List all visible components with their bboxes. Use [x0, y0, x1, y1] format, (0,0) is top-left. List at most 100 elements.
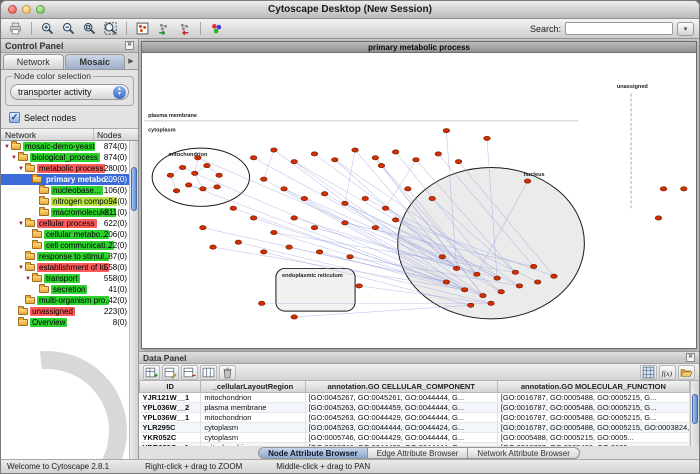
tree-item-cellular-process[interactable]: ▼cellular process622(0) [1, 218, 138, 229]
table-row[interactable]: YLR295Ccytoplasm[GO:0045263, GO:0044444,… [140, 422, 690, 432]
network-node[interactable] [352, 148, 358, 152]
printer-button[interactable] [6, 20, 25, 37]
network-node[interactable] [179, 165, 185, 169]
network-node[interactable] [356, 284, 362, 288]
network-node[interactable] [316, 250, 322, 254]
tree-header-network[interactable]: Network [1, 129, 94, 140]
network-view-title[interactable]: primary metabolic process [142, 42, 696, 53]
search-input[interactable] [565, 22, 673, 35]
tab-scroll-right-button[interactable]: ▶ [126, 54, 136, 69]
network-node[interactable] [291, 315, 297, 319]
tree-item-nitrogen-compo[interactable]: nitrogen compo...94(0) [1, 196, 138, 207]
table-cell[interactable]: [GO:0016787, GO:0005488, GO:0005215, G..… [497, 402, 689, 412]
network-node[interactable] [342, 201, 348, 205]
tree-scrollbar-thumb[interactable] [131, 167, 137, 211]
network-node[interactable] [200, 187, 206, 191]
network-node[interactable] [455, 160, 461, 164]
network-node[interactable] [660, 187, 666, 191]
table-cell[interactable]: [GO:0016787, GO:0005488, GO:0005215, G..… [497, 392, 689, 402]
export-network-button[interactable] [175, 20, 194, 37]
table-row[interactable]: YPL036W__2plasma membrane[GO:0045263, GO… [140, 402, 690, 412]
tab-network-attribute-browser[interactable]: Network Attribute Browser [468, 447, 579, 459]
network-node[interactable] [195, 156, 201, 160]
network-node[interactable] [258, 301, 264, 305]
tree-item-cellular-metabo[interactable]: cellular metabo...206(0) [1, 229, 138, 240]
table-plus-button[interactable] [143, 365, 160, 380]
network-node[interactable] [347, 255, 353, 259]
network-node[interactable] [216, 173, 222, 177]
tab-node-attribute-browser[interactable]: Node Attribute Browser [258, 447, 368, 459]
expander-triangle-icon[interactable]: ▼ [3, 144, 11, 150]
trash-button[interactable] [219, 365, 236, 380]
table-cell[interactable]: YKR052C [140, 432, 201, 442]
table-scrollbar[interactable] [690, 381, 699, 446]
network-node[interactable] [512, 270, 518, 274]
network-node[interactable] [461, 288, 467, 292]
network-node[interactable] [192, 171, 198, 175]
network-node[interactable] [214, 185, 220, 189]
table-cell[interactable]: YDR039C__1 [140, 442, 201, 446]
network-node[interactable] [392, 150, 398, 154]
network-node[interactable] [655, 216, 661, 220]
network-node[interactable] [167, 173, 173, 177]
table-cell[interactable]: [GO:0045263, GO:0044459, GO:0044444, G..… [305, 402, 497, 412]
matrix-button[interactable] [640, 365, 657, 380]
table-minus-button[interactable] [181, 365, 198, 380]
expander-triangle-icon[interactable]: ▼ [17, 221, 25, 227]
table-cell[interactable]: YLR295C [140, 422, 201, 432]
table-cell[interactable]: mitochondrion [201, 392, 305, 402]
table-cell[interactable]: [GO:0016787, GO:0005488, GO:0005215, G..… [497, 412, 689, 422]
open-folder-button[interactable] [678, 365, 695, 380]
network-node[interactable] [372, 156, 378, 160]
panel-float-icon[interactable]: ✕ [125, 41, 134, 50]
network-node[interactable] [480, 293, 486, 297]
tree-item-transport[interactable]: ▼transport558(0) [1, 273, 138, 284]
tree-item-primary-metabo[interactable]: primary metabo...209(0) [1, 174, 138, 185]
network-node[interactable] [250, 156, 256, 160]
tree-item-cell-communicati[interactable]: cell communicati...22(0) [1, 240, 138, 251]
network-node[interactable] [534, 280, 540, 284]
network-node[interactable] [261, 250, 267, 254]
network-node[interactable] [301, 196, 307, 200]
import-network-button[interactable] [154, 20, 173, 37]
network-node[interactable] [474, 272, 480, 276]
tree-item-biological-process[interactable]: ▼biological_process874(0) [1, 152, 138, 163]
network-node[interactable] [204, 163, 210, 167]
table-cell[interactable]: [GO:0016787, GO:0005488, GO:0005215, GO:… [497, 422, 689, 432]
table-cell[interactable]: [GO:0005746, GO:0044429, GO:0044444, G..… [305, 432, 497, 442]
table-cell[interactable]: cytoplasm [201, 432, 305, 442]
network-node[interactable] [488, 301, 494, 305]
tree-header-nodes[interactable]: Nodes [94, 129, 138, 140]
network-node[interactable] [681, 187, 687, 191]
expander-triangle-icon[interactable]: ▼ [17, 166, 25, 172]
tree-item-macromolecule[interactable]: macromolecule...311(0) [1, 207, 138, 218]
tree-item-multi-organism-pro[interactable]: multi-organism pro...42(0) [1, 295, 138, 306]
network-node[interactable] [453, 266, 459, 270]
table-cell[interactable]: [GO:0016787, GO:0005488, GO:0005... [497, 442, 689, 446]
zoom-in-button[interactable] [38, 20, 57, 37]
network-node[interactable] [342, 221, 348, 225]
network-node[interactable] [200, 226, 206, 230]
network-node[interactable] [173, 189, 179, 193]
network-node[interactable] [405, 187, 411, 191]
network-node[interactable] [311, 226, 317, 230]
expander-triangle-icon[interactable]: ▼ [17, 265, 25, 271]
column-header-id[interactable]: ID [140, 381, 201, 392]
tree-item-overview[interactable]: Overview8(0) [1, 317, 138, 328]
zoom-window-button[interactable] [36, 5, 45, 14]
window-titlebar[interactable]: Cytoscape Desktop (New Session) [1, 1, 699, 19]
panel-float-icon[interactable]: ✕ [686, 353, 695, 362]
table-row[interactable]: YDR039C__1mitochondrion[GO:0005746, GO:0… [140, 442, 690, 446]
network-node[interactable] [210, 245, 216, 249]
zoom-fit-button[interactable] [101, 20, 120, 37]
table-scrollbar-thumb[interactable] [692, 394, 698, 424]
table-cell[interactable]: [GO:0005488, GO:0005215, GO:0005... [497, 432, 689, 442]
network-node[interactable] [551, 274, 557, 278]
minimize-window-button[interactable] [22, 5, 31, 14]
network-node[interactable] [494, 276, 500, 280]
network-node[interactable] [378, 163, 384, 167]
network-node[interactable] [516, 284, 522, 288]
table-cell[interactable]: [GO:0045263, GO:0044444, GO:0044424, G..… [305, 422, 497, 432]
network-node[interactable] [281, 187, 287, 191]
tab-mosaic[interactable]: Mosaic [65, 54, 126, 69]
